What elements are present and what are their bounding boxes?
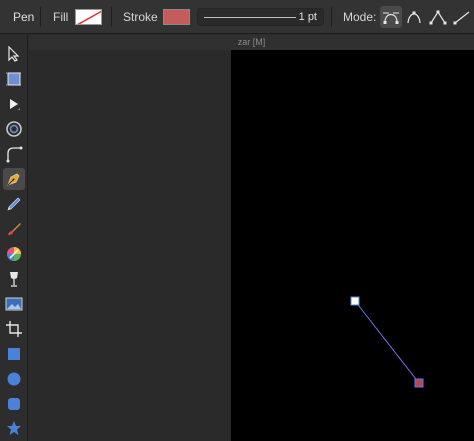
pen-tool[interactable] xyxy=(3,168,25,190)
contour-tool[interactable] xyxy=(3,118,25,140)
pen-mode-button[interactable] xyxy=(380,6,402,28)
fill-tool-icon xyxy=(7,247,21,261)
ellipse-tool[interactable] xyxy=(3,368,25,390)
crop-tool-icon xyxy=(6,321,22,337)
rounded-rectangle-tool-icon xyxy=(8,398,20,410)
polygon-mode-icon xyxy=(429,10,447,25)
ellipse-tool-icon xyxy=(7,372,21,386)
move-tool-icon xyxy=(8,46,20,62)
place-image-tool-icon xyxy=(5,297,23,311)
smart-mode-icon xyxy=(407,11,421,24)
rectangle-tool[interactable] xyxy=(3,343,25,365)
toolbar-divider xyxy=(331,7,332,27)
document-canvas[interactable] xyxy=(231,50,474,441)
stroke-width-slider[interactable]: 1 pt xyxy=(197,8,324,26)
document-tab[interactable]: zar [M] xyxy=(29,35,474,50)
toolbar-divider xyxy=(40,7,41,27)
transparency-tool-icon xyxy=(10,272,18,287)
context-toolbar: Pen Fill Stroke 1 pt Mode: xyxy=(0,0,474,34)
contour-tool-icon xyxy=(6,121,22,137)
current-tool-name: Pen xyxy=(13,10,35,24)
star-tool[interactable] xyxy=(3,417,25,439)
bezier-path-segment[interactable] xyxy=(354,300,420,384)
vector-brush-tool[interactable] xyxy=(3,218,25,240)
pasteboard[interactable] xyxy=(29,50,231,441)
artboard-tool-icon xyxy=(6,72,22,86)
line-mode-button[interactable] xyxy=(451,6,473,28)
line-mode-icon xyxy=(453,11,470,25)
star-tool-icon xyxy=(7,421,21,435)
stroke-width-value: 1 pt xyxy=(298,11,317,23)
move-tool[interactable] xyxy=(3,43,25,65)
rectangle-tool-icon xyxy=(8,348,20,360)
corner-tool[interactable] xyxy=(3,143,25,165)
corner-tool-icon xyxy=(6,146,23,163)
transparency-tool[interactable] xyxy=(3,268,25,290)
node-tool-icon xyxy=(10,99,20,110)
place-image-tool[interactable] xyxy=(3,293,25,315)
pen-mode-icon xyxy=(383,12,399,24)
no-fill-icon xyxy=(77,10,101,24)
stroke-width-preview xyxy=(204,17,296,18)
end-node[interactable] xyxy=(414,378,424,388)
stroke-label: Stroke xyxy=(123,10,158,24)
pencil-tool-icon xyxy=(7,197,21,211)
document-title: zar [M] xyxy=(237,37,266,47)
polygon-mode-button[interactable] xyxy=(427,6,449,28)
fill-label: Fill xyxy=(53,10,69,24)
vector-brush-tool-icon xyxy=(8,223,21,235)
fill-tool[interactable] xyxy=(3,243,25,265)
mode-label: Mode: xyxy=(343,10,377,24)
canvas-drawing xyxy=(350,296,424,388)
node-tool[interactable] xyxy=(3,93,25,115)
smart-mode-button[interactable] xyxy=(403,6,425,28)
rounded-rectangle-tool[interactable] xyxy=(3,393,25,415)
tools-panel xyxy=(0,35,28,441)
pencil-tool[interactable] xyxy=(3,193,25,215)
fill-swatch[interactable] xyxy=(75,9,102,25)
stroke-swatch[interactable] xyxy=(163,9,190,25)
toolbar-divider xyxy=(111,7,112,27)
crop-tool[interactable] xyxy=(3,318,25,340)
artboard-tool[interactable] xyxy=(3,68,25,90)
pen-tool-icon xyxy=(7,173,20,186)
start-node[interactable] xyxy=(350,296,360,306)
